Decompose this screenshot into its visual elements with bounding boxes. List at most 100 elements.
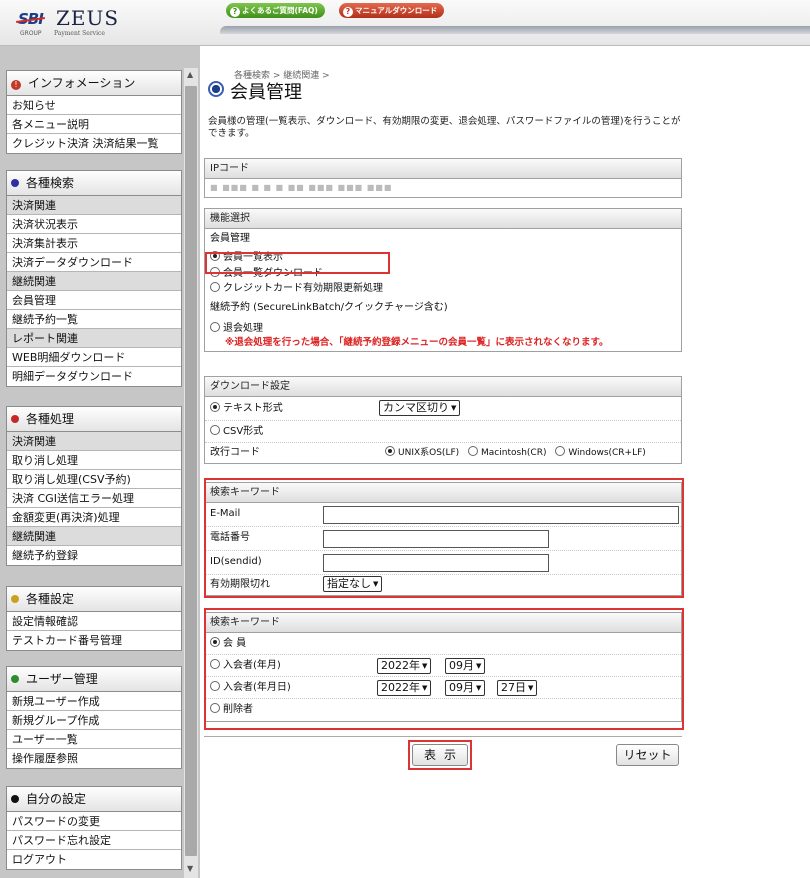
menu-head-users: ユーザー管理 — [7, 667, 181, 692]
sidebar-item[interactable]: WEB明細ダウンロード — [7, 348, 181, 367]
question-icon: ? — [343, 7, 353, 17]
sidebar-item[interactable]: お知らせ — [7, 96, 181, 115]
download-label: ダウンロード設定 — [205, 377, 681, 397]
option-text-format[interactable]: テキスト形式 カンマ区切り ▼ — [205, 397, 681, 421]
sidebar-item[interactable]: ログアウト — [7, 850, 181, 869]
sidebar-category: 決済関連 — [7, 432, 181, 451]
bullet-icon — [11, 179, 19, 187]
logo-zeus: ZEUS — [56, 6, 120, 30]
group-recurring-label: 継続予約 (SecureLinkBatch/クイックチャージ含む) — [210, 302, 448, 313]
radio-icon[interactable] — [468, 446, 479, 456]
main-content: 各種検索 > 継続関連 > 会員管理 会員様の管理(一覧表示、ダウンロード、有効… — [204, 46, 810, 878]
menu-head-process: 各種処理 — [7, 407, 181, 432]
sidebar-item[interactable]: 継続予約一覧 — [7, 310, 181, 329]
sidebar-scrollbar[interactable]: ▲ ▼ — [184, 68, 198, 878]
option-card-expiry-update[interactable]: クレジットカード有効期限更新処理 — [205, 281, 681, 297]
option-csv-format[interactable]: CSV形式 — [205, 421, 681, 443]
sidebar-item[interactable]: パスワードの変更 — [7, 812, 181, 831]
sidebar-item[interactable]: 取り消し処理(CSV予約) — [7, 470, 181, 489]
highlight-member-list — [205, 252, 390, 274]
radio-selected-icon[interactable] — [385, 446, 395, 456]
bullet-icon — [11, 415, 19, 423]
scroll-thumb[interactable] — [185, 86, 197, 856]
sidebar-item[interactable]: 会員管理 — [7, 291, 181, 310]
faq-button[interactable]: ? よくあるご質問(FAQ) — [226, 3, 325, 18]
sidebar-item[interactable]: 新規グループ作成 — [7, 711, 181, 730]
manual-download-button[interactable]: ? マニュアルダウンロード — [339, 3, 445, 18]
newline-options: UNIX系OS(LF) Macintosh(CR) Windows(CR+LF) — [385, 443, 646, 463]
menu-search: 各種検索 決済関連 決済状況表示 決済集計表示 決済データダウンロード 継続関連 会員管理… — [6, 170, 182, 387]
sidebar-item[interactable]: クレジット決済 決済結果一覧 — [7, 134, 181, 153]
newline-label: 改行コード — [210, 447, 260, 458]
function-panel: 機能選択 会員管理 会員一覧表示 会員一覧ダウンロード クレジットカード有効期限… — [204, 208, 682, 352]
ip-code-panel: IPコード ■ ■■■ ■ ■ ■ ■■ ■■■ ■■■ ■■■ — [204, 158, 682, 198]
ip-code-value: ■ ■■■ ■ ■ ■ ■■ ■■■ ■■■ ■■■ — [210, 183, 393, 192]
menu-head-my-settings: 自分の設定 — [7, 787, 181, 812]
option-withdraw[interactable]: 退会処理 — [205, 321, 681, 337]
reset-button[interactable]: リセット — [616, 744, 679, 766]
sidebar-category: 決済関連 — [7, 196, 181, 215]
radio-icon[interactable] — [555, 446, 566, 456]
header-stripe — [220, 26, 810, 34]
sidebar-item[interactable]: 決済集計表示 — [7, 234, 181, 253]
divider — [204, 736, 682, 737]
sidebar-item[interactable]: パスワード忘れ設定 — [7, 831, 181, 850]
scroll-down-icon[interactable]: ▼ — [187, 864, 193, 873]
radio-icon[interactable] — [210, 322, 220, 332]
highlight-keyword-2 — [204, 608, 684, 730]
question-icon: ? — [230, 7, 240, 17]
sidebar-category: 継続関連 — [7, 272, 181, 291]
header: SBI ZEUS GROUP Payment Service ? よくあるご質問(… — [0, 0, 810, 46]
sidebar-item[interactable]: 設定情報確認 — [7, 612, 181, 631]
sidebar-category: 継続関連 — [7, 527, 181, 546]
sidebar-item[interactable]: 継続予約登録 — [7, 546, 181, 565]
manual-label: マニュアルダウンロード — [355, 6, 438, 15]
radio-icon[interactable] — [210, 425, 220, 435]
sidebar-item[interactable]: 新規ユーザー作成 — [7, 692, 181, 711]
page-description: 会員様の管理(一覧表示、ダウンロード、有効期限の変更、退会処理、パスワードファイ… — [208, 116, 681, 139]
menu-head-search: 各種検索 — [7, 171, 181, 196]
sidebar-item[interactable]: 決済状況表示 — [7, 215, 181, 234]
withdraw-warning: ※退会処理を行った場合、「継続予約登録メニューの会員一覧」に表示されなくなります… — [225, 337, 609, 348]
radio-icon[interactable] — [210, 282, 220, 292]
menu-information: ! インフォメーション お知らせ 各メニュー説明 クレジット決済 決済結果一覧 — [6, 70, 182, 154]
menu-process: 各種処理 決済関連 取り消し処理 取り消し処理(CSV予約) 決済 CGI送信エラー処… — [6, 406, 182, 566]
sidebar-item[interactable]: 決済データダウンロード — [7, 253, 181, 272]
logo-sbi: SBI — [18, 10, 44, 28]
bullet-icon — [11, 595, 19, 603]
bullet-icon — [11, 795, 19, 803]
sidebar-item[interactable]: 取り消し処理 — [7, 451, 181, 470]
menu-users: ユーザー管理 新規ユーザー作成 新規グループ作成 ユーザー一覧 操作履歴参照 — [6, 666, 182, 769]
ip-code-label: IPコード — [205, 159, 681, 179]
download-panel: ダウンロード設定 テキスト形式 カンマ区切り ▼ CSV形式 改行コード UNIX… — [204, 376, 682, 464]
sidebar-item[interactable]: 操作履歴参照 — [7, 749, 181, 768]
zeus-logo[interactable]: SBI ZEUS GROUP Payment Service — [18, 6, 128, 42]
sidebar-item[interactable]: 決済 CGI送信エラー処理 — [7, 489, 181, 508]
ip-code-row: ■ ■■■ ■ ■ ■ ■■ ■■■ ■■■ ■■■ — [205, 179, 681, 197]
sidebar-item[interactable]: ユーザー一覧 — [7, 730, 181, 749]
function-label: 機能選択 — [205, 209, 681, 229]
title-icon — [208, 81, 224, 97]
scroll-up-icon[interactable]: ▲ — [187, 70, 193, 79]
highlight-show-button — [408, 740, 472, 770]
group-member-label: 会員管理 — [210, 233, 250, 244]
menu-head-settings: 各種設定 — [7, 587, 181, 612]
chevron-down-icon: ▼ — [451, 404, 457, 412]
sidebar-item[interactable]: 明細データダウンロード — [7, 367, 181, 386]
sidebar-item[interactable]: 金額変更(再決済)処理 — [7, 508, 181, 527]
newline-row: 改行コード UNIX系OS(LF) Macintosh(CR) Windows(… — [205, 443, 681, 463]
highlight-keyword-1 — [204, 478, 684, 598]
faq-label: よくあるご質問(FAQ) — [242, 6, 318, 15]
bullet-icon — [11, 675, 19, 683]
radio-selected-icon[interactable] — [210, 402, 220, 412]
withdraw-warning-row: ※退会処理を行った場合、「継続予約登録メニューの会員一覧」に表示されなくなります… — [205, 337, 681, 351]
menu-settings: 各種設定 設定情報確認 テストカード番号管理 — [6, 586, 182, 651]
menu-head-information: ! インフォメーション — [7, 71, 181, 96]
menu-my-settings: 自分の設定 パスワードの変更 パスワード忘れ設定 ログアウト — [6, 786, 182, 870]
logo-service: Payment Service — [54, 30, 105, 37]
logo-group: GROUP — [20, 30, 42, 37]
delimiter-select[interactable]: カンマ区切り ▼ — [379, 400, 461, 416]
sidebar-item[interactable]: 各メニュー説明 — [7, 115, 181, 134]
sidebar-category: レポート関連 — [7, 329, 181, 348]
sidebar-item[interactable]: テストカード番号管理 — [7, 631, 181, 650]
